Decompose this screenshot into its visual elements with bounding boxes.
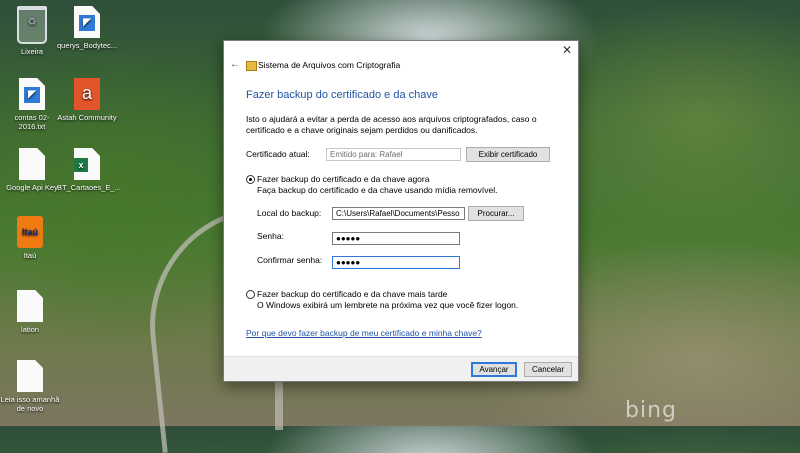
cancel-button[interactable]: Cancelar xyxy=(524,362,572,377)
backup-later-label[interactable]: Fazer backup do certificado e da chave m… xyxy=(257,289,447,299)
vscode-file-icon: ◤ xyxy=(19,78,45,110)
current-certificate-label: Certificado atual: xyxy=(246,149,310,159)
blank-file-icon xyxy=(17,360,43,392)
blank-file-icon xyxy=(17,290,43,322)
desktop-icon-label: Astah Community xyxy=(57,113,117,122)
vscode-file-icon: ◤ xyxy=(74,6,100,38)
desktop-icon-recycle-bin[interactable]: ♻ Lixeira xyxy=(2,6,62,56)
efs-backup-dialog: ✕ ← Sistema de Arquivos com Criptografia… xyxy=(223,40,579,382)
backup-now-label[interactable]: Fazer backup do certificado e da chave a… xyxy=(257,174,429,184)
dialog-footer: Avançar Cancelar xyxy=(224,356,578,381)
back-arrow-icon[interactable]: ← xyxy=(230,59,240,70)
certificate-folder-icon xyxy=(246,61,257,71)
desktop-icon-label: Itaú xyxy=(23,251,37,260)
backup-later-radio[interactable] xyxy=(246,290,255,299)
desktop-icon-label: contas 02-2016.txt xyxy=(14,113,50,131)
desktop-icon-lation[interactable]: lation xyxy=(0,290,60,334)
confirm-password-label: Confirmar senha: xyxy=(257,255,323,265)
current-certificate-field: Emitido para: Rafael xyxy=(326,148,461,161)
password-field[interactable]: ●●●●● xyxy=(332,232,460,245)
password-label: Senha: xyxy=(257,231,284,241)
itau-shortcut-icon: Itaú xyxy=(17,216,43,248)
blank-file-icon xyxy=(19,148,45,180)
desktop-icon-contas[interactable]: ◤ contas 02-2016.txt xyxy=(2,78,62,131)
dialog-titlebar: ← Sistema de Arquivos com Criptografia xyxy=(224,55,578,77)
desktop-icon-leia-isso[interactable]: Leia isso amanhã de novo xyxy=(0,360,60,413)
browse-button[interactable]: Procurar... xyxy=(468,206,524,221)
backup-later-description: O Windows exibirá um lembrete na próxima… xyxy=(257,300,519,310)
desktop-icon-label: Google Api Key xyxy=(6,183,58,192)
bing-watermark: bing xyxy=(625,398,677,423)
desktop-icon-label: Lixeira xyxy=(20,47,44,56)
desktop-icon-bt-cartoes[interactable]: x BT_Cartaoes_E_... xyxy=(57,148,121,192)
confirm-password-field[interactable]: ●●●●● xyxy=(332,256,460,269)
desktop-icon-label: querys_Bodytec... xyxy=(57,41,118,50)
help-link[interactable]: Por que devo fazer backup de meu certifi… xyxy=(246,328,482,338)
recycle-bin-icon: ♻ xyxy=(17,6,47,44)
dialog-heading: Fazer backup do certificado e da chave xyxy=(246,89,439,101)
view-certificate-button[interactable]: Exibir certificado xyxy=(466,147,550,162)
desktop-icon-label: lation xyxy=(21,325,39,334)
desktop-icon-querys[interactable]: ◤ querys_Bodytec... xyxy=(57,6,117,50)
desktop-icon-astah[interactable]: a Astah Community xyxy=(57,78,117,122)
dialog-title: Sistema de Arquivos com Criptografia xyxy=(258,60,401,70)
desktop-icon-label: BT_Cartaoes_E_... xyxy=(57,183,121,192)
backup-location-field[interactable]: C:\Users\Rafael\Documents\Pesso xyxy=(332,207,465,220)
backup-now-description: Faça backup do certificado e da chave us… xyxy=(257,185,498,195)
next-button[interactable]: Avançar xyxy=(471,362,517,377)
astah-icon: a xyxy=(74,78,100,110)
intro-text: Isto o ajudará a evitar a perda de acess… xyxy=(246,114,537,135)
desktop-icon-label: Leia isso amanhã de novo xyxy=(0,395,60,413)
excel-file-icon: x xyxy=(74,148,100,180)
backup-location-label: Local do backup: xyxy=(257,208,322,218)
backup-now-radio[interactable] xyxy=(246,175,255,184)
desktop-icon-google-api-key[interactable]: Google Api Key xyxy=(2,148,62,192)
desktop-icon-itau[interactable]: Itaú Itaú xyxy=(0,216,60,260)
